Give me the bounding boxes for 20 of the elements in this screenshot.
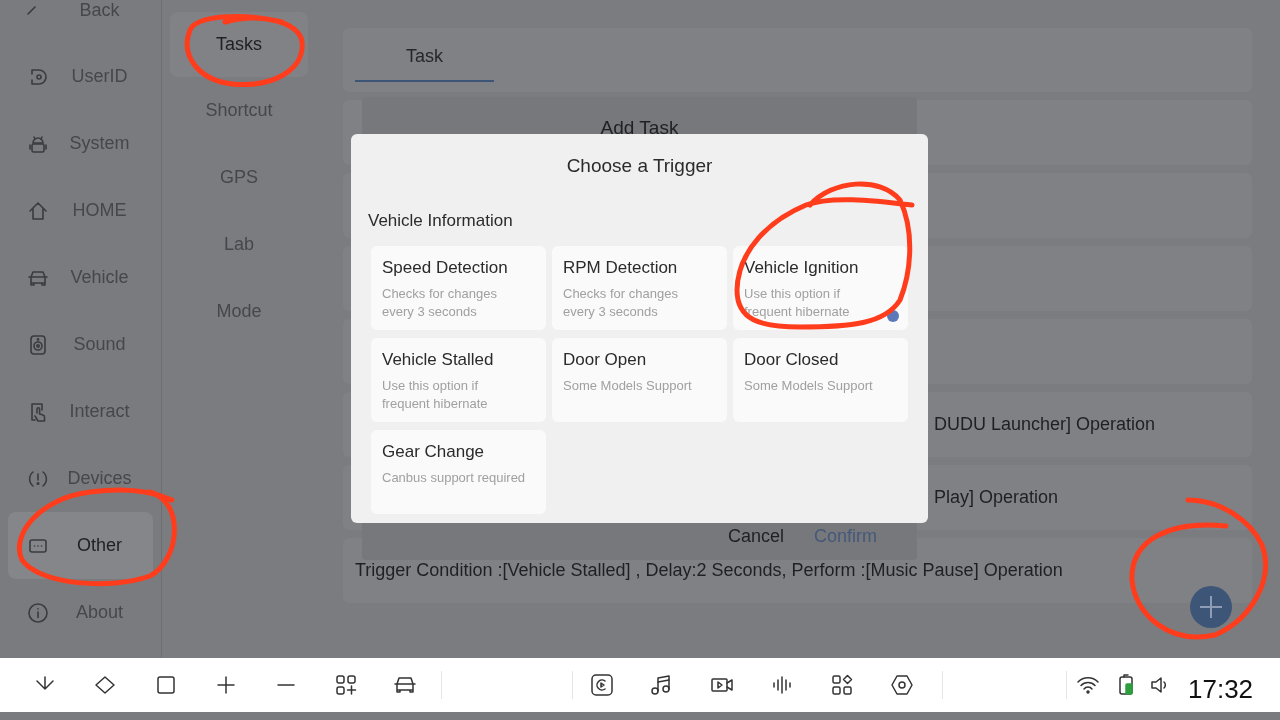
option-title: Speed Detection (382, 257, 509, 279)
option-title: Door Open (563, 349, 648, 371)
row-text: Play] Operation (934, 486, 1059, 509)
option-description: Checks for changes every 3 seconds (563, 284, 679, 321)
option-description: Some Models Support (744, 376, 874, 395)
option-title: Vehicle Ignition (744, 257, 860, 279)
option-title: Gear Change (382, 441, 486, 463)
row-text: Trigger Condition :[Vehicle Stalled] , Delay:2 Seconds, Perform :[Music Pause] Operation (354, 559, 1063, 582)
option-description: Some Models Support (563, 376, 693, 395)
option-description: Checks for changes every 3 seconds (382, 284, 498, 321)
clock-text: 17:32 (1188, 673, 1254, 706)
section-label: Vehicle Information (367, 209, 514, 232)
option-title: RPM Detection (563, 257, 679, 279)
option-description: Canbus support required (382, 468, 527, 487)
option-title: Door Closed (744, 349, 840, 371)
option-title: Vehicle Stalled (382, 349, 495, 371)
row-text: DUDU Launcher] Operation (934, 413, 1156, 436)
option-description: Use this option if frequent hibernate (382, 376, 489, 413)
dialog-title: Add Task (599, 116, 680, 140)
dialog-title: Choose a Trigger (565, 154, 714, 178)
